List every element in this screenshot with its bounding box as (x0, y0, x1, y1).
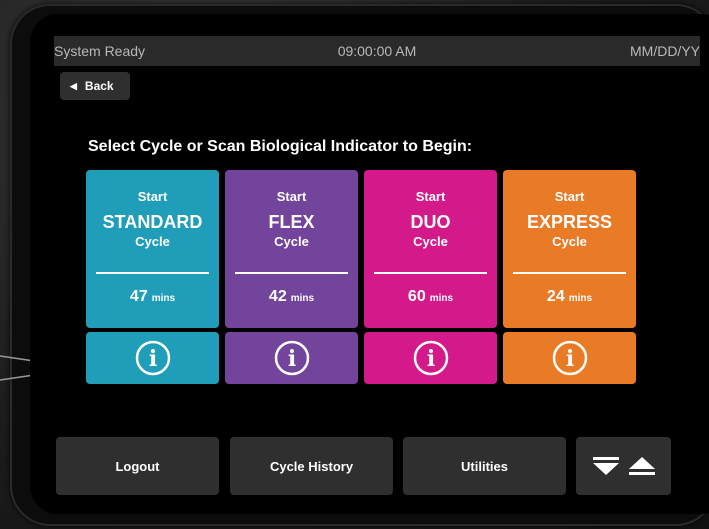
cycle-history-label: Cycle History (269, 458, 354, 474)
info-button-standard[interactable]: i (86, 332, 219, 384)
cycle-card-express[interactable]: Start EXPRESS Cycle 24 mins (503, 170, 636, 328)
cycle-label: Cycle (413, 234, 448, 249)
cycle-duration: 24 mins (503, 288, 636, 306)
card-divider (513, 272, 626, 274)
cycle-label: Cycle (552, 234, 587, 249)
cycle-duration: 60 mins (364, 288, 497, 306)
logout-button[interactable]: Logout (56, 437, 219, 495)
eject-button[interactable] (576, 437, 671, 495)
back-arrow-icon: ◀ (70, 80, 77, 91)
duration-value: 60 (407, 288, 426, 305)
duration-unit: mins (429, 293, 454, 304)
svg-text:i: i (565, 346, 573, 372)
info-button-express[interactable]: i (503, 332, 636, 384)
system-status-text: System Ready (54, 43, 146, 59)
duration-value: 24 (546, 288, 565, 305)
cycle-history-button[interactable]: Cycle History (230, 437, 393, 495)
duration-value: 47 (129, 288, 148, 305)
cycle-start-label: Start (415, 189, 446, 204)
clock-text: 09:00:00 AM (337, 43, 417, 59)
svg-text:i: i (426, 346, 434, 372)
cycle-start-label: Start (276, 189, 307, 204)
duration-value: 42 (268, 288, 287, 305)
cycle-duration: 42 mins (225, 288, 358, 306)
cycle-card-duo[interactable]: Start DUO Cycle 60 mins (364, 170, 497, 328)
cycle-card-standard[interactable]: Start STANDARD Cycle 47 mins (86, 170, 219, 328)
card-divider (374, 272, 487, 274)
back-button-label: Back (84, 79, 114, 93)
page-prompt: Select Cycle or Scan Biological Indicato… (88, 138, 473, 155)
logout-label: Logout (115, 458, 160, 474)
cycle-name: STANDARD (102, 212, 203, 232)
cycle-start-label: Start (137, 189, 168, 204)
status-bar: System Ready 09:00:00 AM MM/DD/YY (54, 36, 700, 66)
info-circle-icon: i (552, 340, 587, 376)
date-text: MM/DD/YY (630, 43, 700, 59)
cycle-label: Cycle (274, 234, 309, 249)
cycle-label: Cycle (135, 234, 170, 249)
svg-text:i: i (287, 346, 295, 372)
cycle-name: DUO (410, 212, 451, 232)
touch-screen: System Ready 09:00:00 AM MM/DD/YY ◀ Back… (30, 14, 709, 514)
cycle-start-label: Start (554, 189, 585, 204)
svg-text:i: i (148, 346, 156, 372)
card-divider (96, 272, 209, 274)
card-divider (235, 272, 348, 274)
triangle-down-icon (592, 457, 619, 475)
utilities-button[interactable]: Utilities (403, 437, 566, 495)
duration-unit: mins (568, 293, 593, 304)
info-circle-icon: i (413, 340, 448, 376)
info-button-duo[interactable]: i (364, 332, 497, 384)
duration-unit: mins (290, 293, 315, 304)
info-circle-icon: i (135, 340, 170, 376)
cycle-name: EXPRESS (526, 212, 613, 232)
cycle-card-flex[interactable]: Start FLEX Cycle 42 mins (225, 170, 358, 328)
utilities-label: Utilities (461, 458, 508, 474)
back-button[interactable]: ◀ Back (60, 72, 130, 100)
cycle-duration: 47 mins (86, 288, 219, 306)
eject-icon (628, 457, 655, 475)
cycle-name: FLEX (268, 212, 315, 232)
info-button-flex[interactable]: i (225, 332, 358, 384)
info-circle-icon: i (274, 340, 309, 376)
duration-unit: mins (151, 293, 176, 304)
